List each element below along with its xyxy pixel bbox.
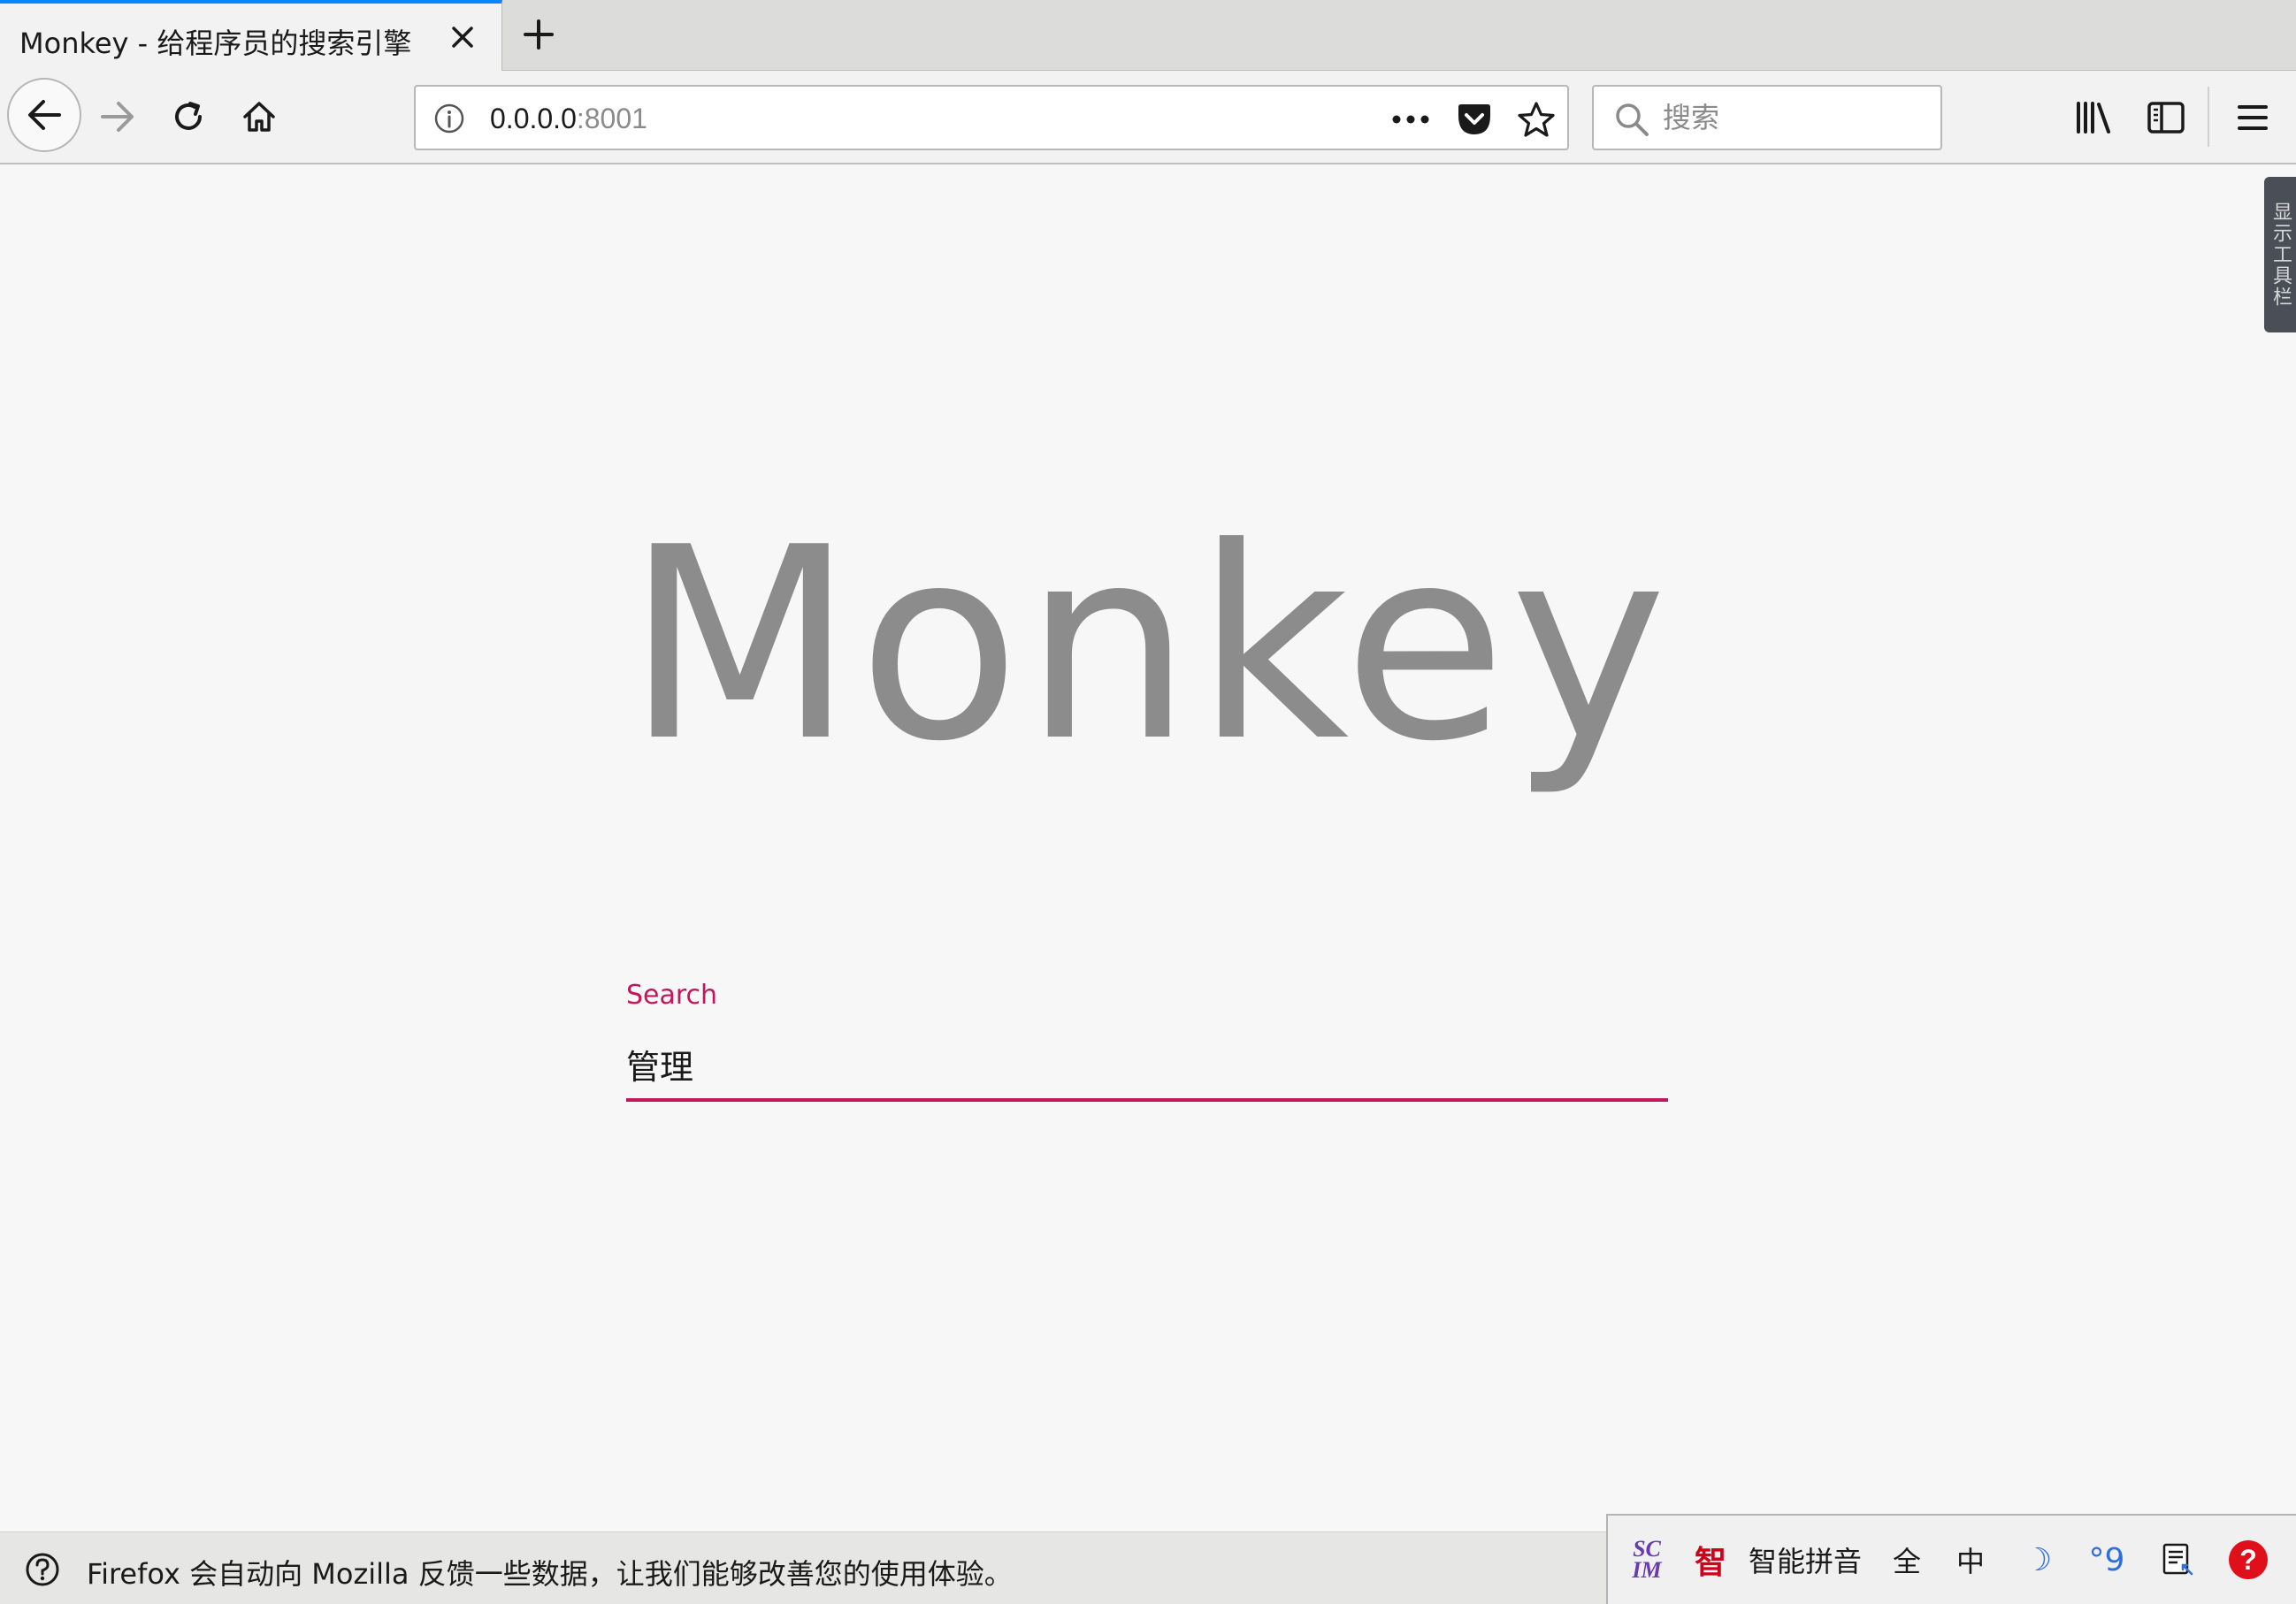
- notification-text: Firefox 会自动向 Mozilla 反馈一些数据，让我们能够改善您的使用体…: [87, 1557, 1013, 1591]
- address-bar[interactable]: 0.0.0.0:8001: [414, 85, 1569, 150]
- search-icon[interactable]: [1611, 99, 1652, 140]
- ime-help-glyph: ?: [2229, 1540, 2268, 1579]
- soft-keyboard-icon[interactable]: [2151, 1533, 2204, 1586]
- tab-strip: Monkey - 给程序员的搜索引擎: [0, 0, 2296, 72]
- library-icon[interactable]: [2063, 83, 2124, 152]
- more-dots-icon[interactable]: [1390, 99, 1431, 140]
- reload-icon[interactable]: [157, 81, 219, 152]
- punctuation-icon[interactable]: °9: [2080, 1533, 2133, 1586]
- ime-help-icon[interactable]: ?: [2222, 1533, 2275, 1586]
- toolbar-divider: [2208, 87, 2209, 147]
- plus-icon[interactable]: [517, 12, 561, 57]
- search-input[interactable]: [626, 1035, 1668, 1102]
- ime-fullwidth-toggle[interactable]: 全: [1880, 1533, 1933, 1586]
- browser-tab[interactable]: Monkey - 给程序员的搜索引擎: [0, 0, 502, 72]
- ime-language-toggle[interactable]: 中: [1944, 1533, 1997, 1586]
- url-text[interactable]: 0.0.0.0:8001: [490, 103, 647, 135]
- site-logo: Monkey: [625, 491, 1671, 799]
- arrow-left-icon[interactable]: [7, 78, 81, 152]
- web-search-input[interactable]: [1663, 94, 1928, 141]
- web-search-bar[interactable]: [1592, 85, 1942, 150]
- ime-status-bar: SC IM 智 智能拼音 全 中 ☽ °9 ?: [1606, 1514, 2296, 1604]
- hamburger-menu-icon[interactable]: [2222, 83, 2284, 152]
- arrow-right-icon[interactable]: [87, 81, 149, 152]
- show-toolbar-handle[interactable]: 显示工具栏: [2264, 177, 2296, 332]
- info-icon[interactable]: [432, 101, 467, 136]
- ime-logo-bottom: IM: [1632, 1557, 1662, 1583]
- navigation-toolbar: 0.0.0.0:8001: [0, 71, 2296, 164]
- ime-mode-indicator[interactable]: 智: [1684, 1533, 1737, 1586]
- tab-title: Monkey - 给程序员的搜索引擎: [19, 27, 412, 60]
- ime-logo[interactable]: SC IM: [1620, 1533, 1673, 1586]
- url-host: 0.0.0.0: [490, 103, 577, 134]
- url-port: :8001: [576, 103, 647, 134]
- search-label: Search: [626, 980, 718, 1011]
- star-icon[interactable]: [1516, 99, 1557, 140]
- help-circle-icon: [23, 1550, 62, 1589]
- sidebar-icon[interactable]: [2135, 83, 2197, 152]
- home-icon[interactable]: [228, 81, 290, 152]
- moon-icon[interactable]: ☽: [2011, 1533, 2064, 1586]
- ime-name[interactable]: 智能拼音: [1739, 1533, 1871, 1586]
- pocket-icon[interactable]: [1454, 99, 1495, 140]
- close-icon[interactable]: [445, 19, 480, 55]
- search-field: Search: [626, 973, 1668, 1114]
